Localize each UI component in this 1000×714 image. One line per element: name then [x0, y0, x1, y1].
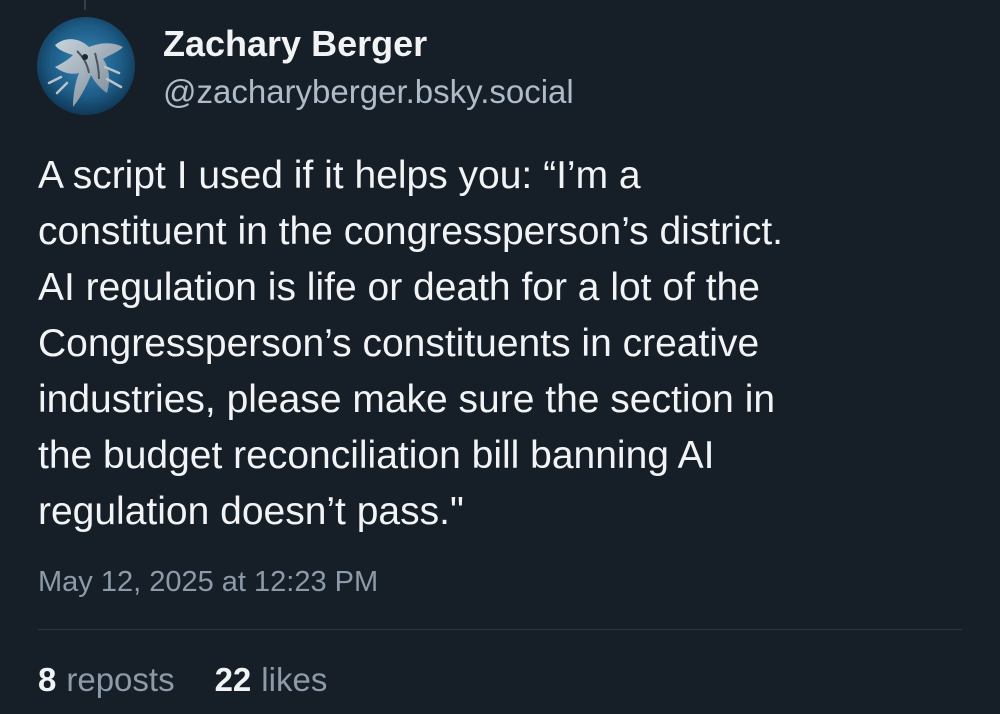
likes-label: likes	[261, 661, 328, 698]
reposts-stat[interactable]: 8 reposts	[38, 660, 175, 700]
avatar[interactable]	[37, 17, 135, 115]
likes-stat[interactable]: 22 likes	[215, 660, 328, 700]
post-text: A script I used if it helps you: “I’m a …	[38, 154, 783, 533]
sea-creature-avatar-icon	[37, 17, 135, 115]
reposts-label: reposts	[66, 661, 175, 698]
post-timestamp[interactable]: May 12, 2025 at 12:23 PM	[38, 564, 378, 600]
divider	[38, 629, 962, 630]
post-stats: 8 reposts 22 likes	[38, 660, 327, 700]
likes-count: 22	[214, 661, 252, 698]
thread-connector-line	[84, 0, 86, 10]
author-display-name[interactable]: Zachary Berger	[163, 22, 574, 66]
reposts-count: 8	[38, 661, 57, 698]
post-author: Zachary Berger @zacharyberger.bsky.socia…	[163, 22, 574, 114]
author-handle[interactable]: @zacharyberger.bsky.social	[163, 70, 574, 114]
